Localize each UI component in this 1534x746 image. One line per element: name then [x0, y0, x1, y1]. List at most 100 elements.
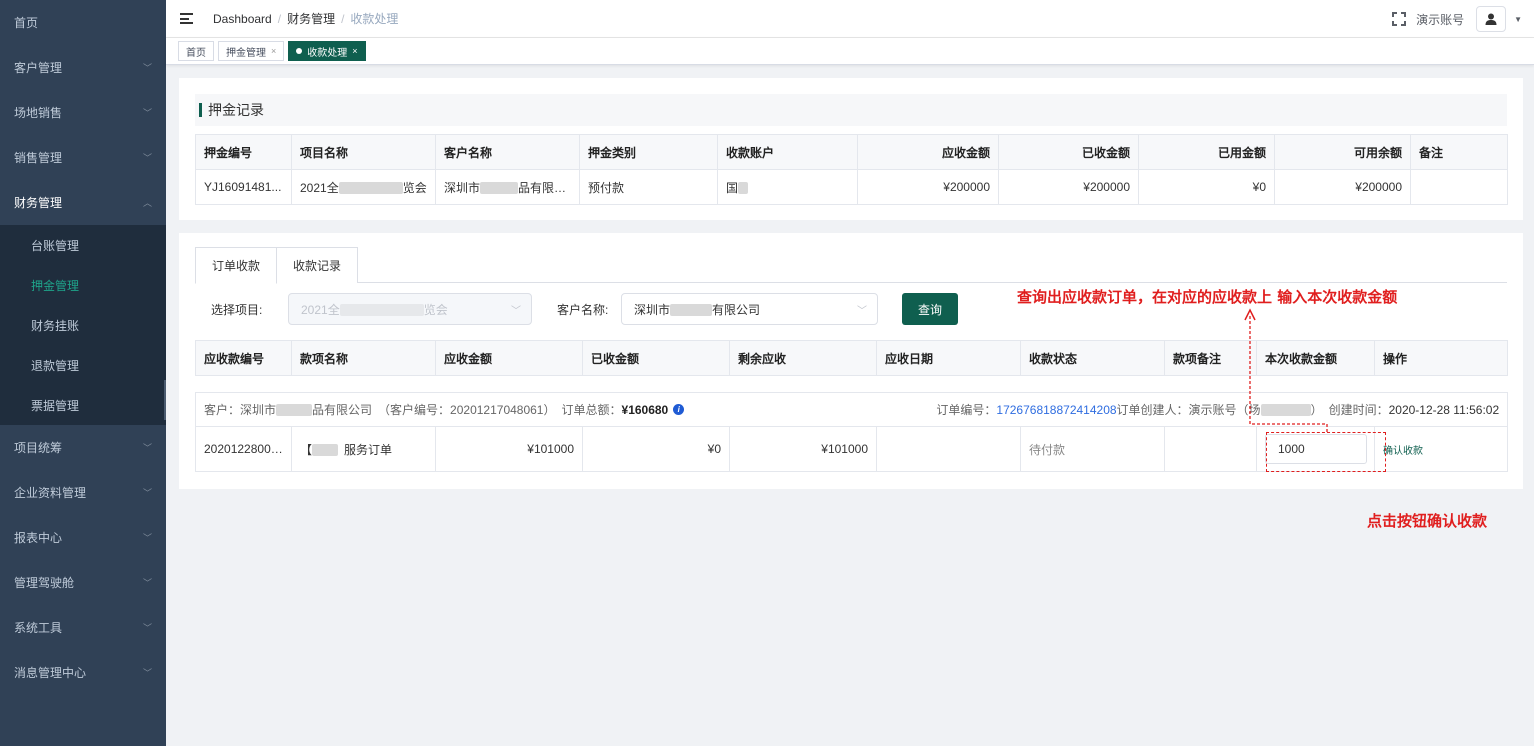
- received-amount: ¥0: [582, 426, 730, 472]
- column-header: 应收日期: [876, 340, 1021, 376]
- column-header: 操作: [1374, 340, 1508, 376]
- avatar[interactable]: [1476, 6, 1507, 32]
- table-row: YJ16091481... 2021全 览会 深圳市 品有限公司 预付款 国 ¥20…: [195, 169, 1508, 205]
- chevron-down-icon: ﹀: [857, 305, 867, 317]
- sidebar-item-sales[interactable]: 销售管理 ﹀: [0, 135, 166, 180]
- order-total: ¥160680: [621, 402, 669, 417]
- project-select[interactable]: 2021全 览会 ﹀: [288, 293, 532, 325]
- title-accent-bar: [199, 103, 202, 117]
- sidebar-item-accounts-pending[interactable]: 财务挂账: [0, 305, 166, 345]
- column-header: 应收金额: [435, 340, 583, 376]
- chevron-down-icon: ﹀: [142, 153, 152, 163]
- confirm-receipt-button[interactable]: 确认收款: [1383, 446, 1423, 457]
- sidebar-item-cockpit[interactable]: 管理驾驶舱 ﹀: [0, 560, 166, 605]
- finance-submenu: 台账管理 押金管理 财务挂账 退款管理 票据管理: [0, 225, 166, 425]
- breadcrumb-separator: /: [277, 11, 282, 26]
- close-icon[interactable]: ×: [352, 46, 357, 56]
- topbar: Dashboard / 财务管理 / 收款处理 演示账号 ▼: [166, 0, 1534, 38]
- account-name: 演示账号: [1416, 12, 1465, 27]
- column-header: 应收金额: [857, 134, 999, 170]
- sidebar-item-deposit[interactable]: 押金管理: [0, 265, 166, 305]
- sidebar-item-messages[interactable]: 消息管理中心 ﹀: [0, 650, 166, 695]
- sidebar-item-label: 项目统筹: [14, 441, 63, 455]
- sidebar-item-label: 财务管理: [14, 196, 63, 210]
- breadcrumb-dashboard[interactable]: Dashboard: [213, 12, 272, 26]
- annotation-bottom: 点击按钮确认收款: [1367, 512, 1488, 530]
- sidebar-item-customers[interactable]: 客户管理 ﹀: [0, 45, 166, 90]
- tag-deposit[interactable]: 押金管理 ×: [218, 41, 285, 61]
- tab-receipt-records[interactable]: 收款记录: [277, 247, 359, 283]
- sidebar-item-company-docs[interactable]: 企业资料管理 ﹀: [0, 470, 166, 515]
- tab-order-receipt[interactable]: 订单收款: [195, 247, 278, 284]
- sidebar-item-invoices[interactable]: 票据管理: [0, 385, 166, 425]
- column-header: 收款账户: [717, 134, 858, 170]
- column-header: 收款状态: [1020, 340, 1165, 376]
- order-no-link[interactable]: 172676818872414208: [996, 403, 1116, 417]
- tabs: 订单收款 收款记录: [195, 247, 359, 284]
- remaining-amount: ¥101000: [729, 426, 877, 472]
- annotation-highlight-box: [1266, 432, 1386, 472]
- tag-receipt-processing[interactable]: 收款处理 ×: [288, 41, 366, 61]
- receivable-amount: ¥101000: [435, 426, 583, 472]
- user-icon: [1485, 13, 1497, 25]
- column-header: 押金编号: [195, 134, 292, 170]
- chevron-down-icon: ﹀: [142, 443, 152, 453]
- chevron-down-icon: ﹀: [142, 578, 152, 588]
- breadcrumb: Dashboard / 财务管理 / 收款处理: [213, 10, 398, 27]
- remark: [1410, 169, 1508, 205]
- sidebar-item-label: 系统工具: [14, 621, 63, 635]
- sidebar-item-finance[interactable]: 财务管理 ︿: [0, 180, 166, 225]
- sidebar-item-label: 销售管理: [14, 151, 63, 165]
- action-cell: 确认收款: [1373, 426, 1509, 472]
- sidebar-item-projects[interactable]: 项目统筹 ﹀: [0, 425, 166, 470]
- sidebar-item-label: 场地销售: [14, 106, 63, 120]
- fullscreen-icon[interactable]: [1392, 12, 1407, 26]
- receivable-amount: ¥200000: [857, 169, 999, 205]
- annotation-top: 查询出应收款订单，在对应的应收款上 输入本次收款金额: [1017, 288, 1398, 306]
- info-icon[interactable]: i: [673, 404, 685, 415]
- deposit-table: 押金编号 项目名称 客户名称 押金类别 收款账户 应收金额 已收金额 已用金额 …: [195, 134, 1508, 205]
- chevron-down-icon: ﹀: [142, 533, 152, 543]
- sidebar-item-label: 首页: [14, 16, 39, 30]
- column-header: 客户名称: [435, 134, 580, 170]
- deposit-no: YJ16091481...: [195, 169, 292, 205]
- tag-label: 收款处理: [307, 47, 348, 59]
- column-header: 备注: [1410, 134, 1508, 170]
- created-time: 2020-12-28 11:56:02: [1388, 402, 1500, 417]
- sidebar-item-system-tools[interactable]: 系统工具 ﹀: [0, 605, 166, 650]
- chevron-down-icon: ﹀: [142, 488, 152, 498]
- sidebar-item-reports[interactable]: 报表中心 ﹀: [0, 515, 166, 560]
- sidebar-item-label: 管理驾驶舱: [14, 576, 75, 590]
- sidebar-scrollbar[interactable]: [164, 380, 166, 420]
- deposit-type: 预付款: [579, 169, 718, 205]
- tag-home[interactable]: 首页: [178, 41, 214, 61]
- receiving-account: 国: [717, 169, 858, 205]
- sidebar-item-label: 企业资料管理: [14, 486, 87, 500]
- sidebar-item-home[interactable]: 首页: [0, 0, 166, 45]
- customer-select[interactable]: 深圳市 有限公司 ﹀: [621, 293, 878, 325]
- caret-down-icon[interactable]: ▼: [1514, 15, 1522, 24]
- annotation-arrow: [1244, 308, 1328, 432]
- sidebar-item-ledger[interactable]: 台账管理: [0, 225, 166, 265]
- due-date: [876, 426, 1021, 472]
- chevron-down-icon: ﹀: [142, 623, 152, 633]
- column-header: 已收金额: [998, 134, 1139, 170]
- customer-name: 深圳市 品有限公司: [435, 169, 580, 205]
- order-meta-info: 订单编号： 172676818872414208 订单创建人：演示账号（场） 创建…: [936, 402, 1500, 418]
- chevron-down-icon: ﹀: [142, 108, 152, 118]
- hamburger-icon[interactable]: [180, 13, 193, 24]
- sidebar-item-venue-sales[interactable]: 场地销售 ﹀: [0, 90, 166, 135]
- sidebar-item-label: 消息管理中心: [14, 666, 87, 680]
- balance-amount: ¥200000: [1274, 169, 1411, 205]
- query-button[interactable]: 查询: [902, 293, 958, 325]
- item-name: 【服务订单: [291, 426, 436, 472]
- deposit-card: 押金记录 押金编号 项目名称 客户名称 押金类别 收款账户 应收金额 已收金额 …: [179, 78, 1523, 220]
- customer-select-value: 深圳市 有限公司: [634, 302, 761, 317]
- sidebar: 首页 客户管理 ﹀ 场地销售 ﹀ 销售管理 ﹀ 财务管理 ︿ 台账管理 押金管理 财务挂…: [0, 0, 166, 746]
- deposit-title: 押金记录: [208, 102, 264, 118]
- receivable-no: 202012280011: [195, 426, 292, 472]
- column-header: 项目名称: [291, 134, 436, 170]
- close-icon[interactable]: ×: [271, 46, 276, 56]
- sidebar-item-label: 客户管理: [14, 61, 63, 75]
- sidebar-item-refunds[interactable]: 退款管理: [0, 345, 166, 385]
